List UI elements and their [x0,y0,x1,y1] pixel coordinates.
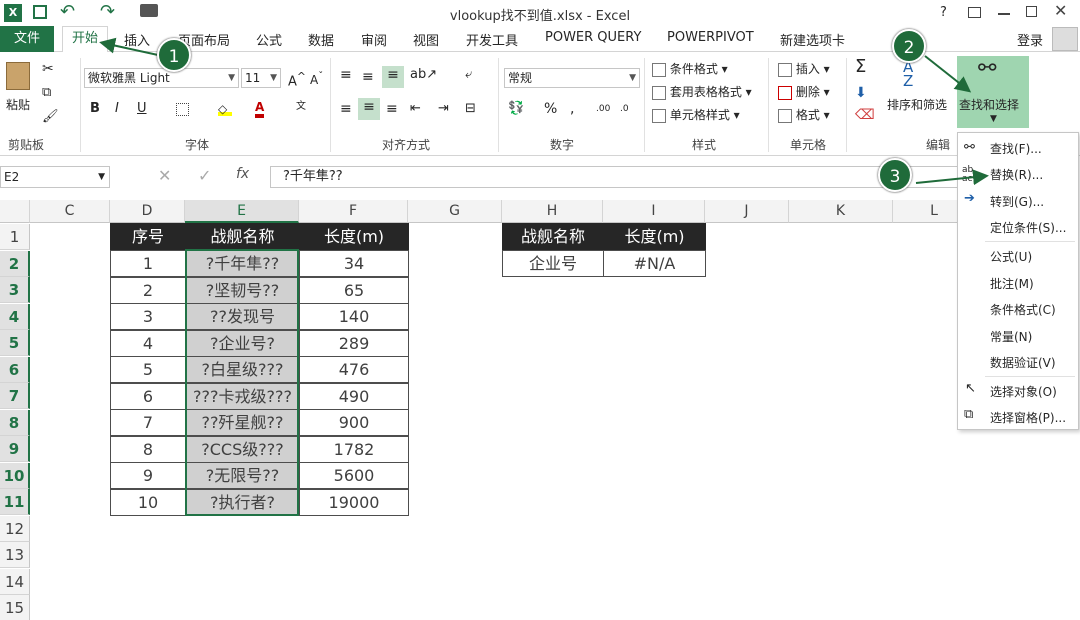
badge-3: 3 [878,158,912,192]
badge-2: 2 [892,29,926,63]
arrow-2 [924,55,972,93]
badge-1: 1 [157,38,191,72]
arrow-1 [99,37,159,56]
arrow-3 [915,169,989,186]
annotation-arrows [99,37,989,186]
